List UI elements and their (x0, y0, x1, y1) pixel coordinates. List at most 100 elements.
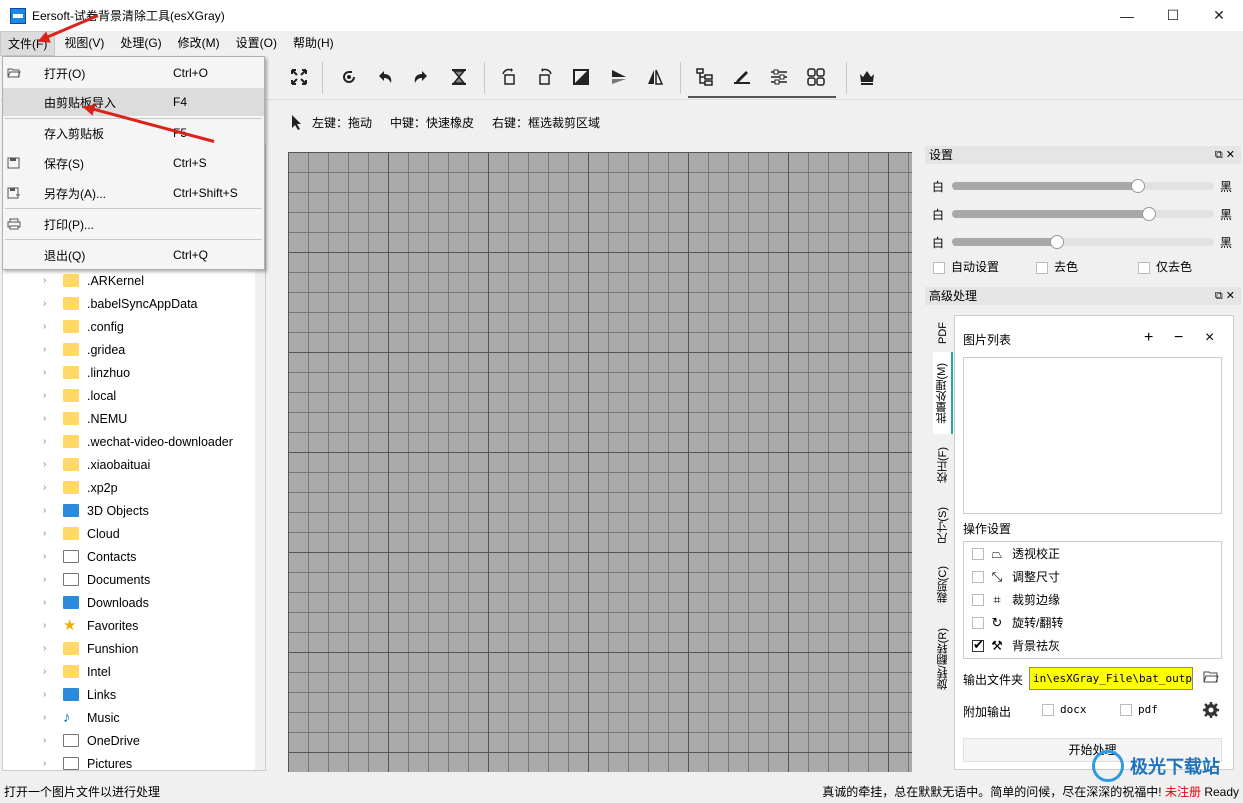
chevron-right-icon[interactable]: › (43, 459, 53, 470)
tree-item[interactable]: › Contacts (3, 545, 253, 568)
tab-size[interactable]: 尺寸(S) (933, 496, 953, 554)
menu-help[interactable]: 帮助(H) (286, 31, 341, 56)
menu-view[interactable]: 视图(V) (57, 31, 111, 56)
tree-item[interactable]: › OneDrive (3, 729, 253, 752)
remove-image-button[interactable]: − (1174, 329, 1183, 347)
op-crop[interactable]: ⌗ 裁剪边缘 (972, 588, 1060, 611)
tree-item[interactable]: › Cloud (3, 522, 253, 545)
chevron-right-icon[interactable]: › (43, 275, 53, 286)
op-resize[interactable]: ⤡ 调整尺寸 (972, 565, 1060, 588)
tree-item[interactable]: › .config (3, 315, 253, 338)
tree-item[interactable]: › ♪ Music (3, 706, 253, 729)
rotate-reset-icon[interactable] (334, 62, 364, 92)
chevron-right-icon[interactable]: › (43, 643, 53, 654)
image-list[interactable] (963, 357, 1222, 514)
chevron-right-icon[interactable]: › (43, 574, 53, 585)
tree-item[interactable]: › .xiaobaituai (3, 453, 253, 476)
skew-icon[interactable] (566, 62, 596, 92)
tree-item[interactable]: › .local (3, 384, 253, 407)
docx-check[interactable]: docx (1042, 703, 1087, 716)
tree-item[interactable]: › ★ Favorites (3, 614, 253, 637)
menu-exit[interactable]: 退出(Q) Ctrl+Q (3, 241, 264, 269)
close-button[interactable]: ✕ (1196, 0, 1242, 31)
chevron-right-icon[interactable]: › (43, 689, 53, 700)
tree-item[interactable]: › .xp2p (3, 476, 253, 499)
menu-print[interactable]: 打印(P)... (3, 210, 264, 238)
tree-item[interactable]: › Pictures (3, 752, 253, 770)
pdf-check[interactable]: pdf (1120, 703, 1158, 716)
menu-open[interactable]: 打开(O) Ctrl+O (3, 59, 264, 87)
status-registration[interactable]: 未注册 (1165, 785, 1201, 799)
chevron-right-icon[interactable]: › (43, 344, 53, 355)
chevron-right-icon[interactable]: › (43, 413, 53, 424)
menu-process[interactable]: 处理(G) (113, 31, 168, 56)
chevron-right-icon[interactable]: › (43, 482, 53, 493)
slider-1-thumb[interactable] (1131, 179, 1146, 193)
image-canvas[interactable] (288, 152, 912, 772)
tree-item[interactable]: › .ARKernel (3, 269, 253, 292)
redo-icon[interactable] (406, 62, 436, 92)
hourglass-icon[interactable] (444, 62, 474, 92)
adjust-icon[interactable] (764, 62, 794, 92)
chevron-right-icon[interactable]: › (43, 436, 53, 447)
op-bg-remove[interactable]: ⚒背景祛灰 (972, 634, 1060, 657)
tree-item[interactable]: › .wechat-video-downloader (3, 430, 253, 453)
tab-crop[interactable]: 裁剪(C) (933, 556, 953, 614)
chevron-right-icon[interactable]: › (43, 758, 53, 769)
tree-item[interactable]: › Downloads (3, 591, 253, 614)
tab-batch[interactable]: 批量处理(M) (933, 352, 953, 434)
flip-horizontal-icon[interactable] (640, 62, 670, 92)
tree-item[interactable]: › Links (3, 683, 253, 706)
menu-settings[interactable]: 设置(O) (229, 31, 284, 56)
maximize-button[interactable]: ☐ (1150, 0, 1196, 31)
flip-vertical-icon[interactable] (604, 62, 634, 92)
tree-item[interactable]: › .gridea (3, 338, 253, 361)
chevron-right-icon[interactable]: › (43, 367, 53, 378)
panel-float-close-icons[interactable]: ⧉ ✕ (1215, 287, 1235, 305)
menu-modify[interactable]: 修改(M) (171, 31, 227, 56)
rotate-left-icon[interactable] (494, 62, 524, 92)
decolor-only-check[interactable]: 仅去色 (1138, 258, 1192, 275)
menu-copy-clipboard[interactable]: 存入剪贴板 F5 (3, 119, 264, 147)
tree-item[interactable]: › .NEMU (3, 407, 253, 430)
chevron-right-icon[interactable]: › (43, 712, 53, 723)
chevron-right-icon[interactable]: › (43, 528, 53, 539)
chevron-right-icon[interactable]: › (43, 597, 53, 608)
tree-item[interactable]: › .babelSyncAppData (3, 292, 253, 315)
chevron-right-icon[interactable]: › (43, 321, 53, 332)
chevron-right-icon[interactable]: › (43, 551, 53, 562)
chevron-right-icon[interactable]: › (43, 735, 53, 746)
slider-2-thumb[interactable] (1141, 207, 1156, 221)
grid-icon[interactable] (801, 62, 831, 92)
panel-float-close-icons[interactable]: ⧉ ✕ (1215, 146, 1235, 164)
chevron-right-icon[interactable]: › (43, 505, 53, 516)
tree-item[interactable]: › Intel (3, 660, 253, 683)
op-rotate[interactable]: ↻ 旋转/翻转 (972, 611, 1063, 634)
tab-correct[interactable]: 校正(F) (933, 436, 953, 494)
gear-icon[interactable] (1202, 701, 1220, 722)
op-perspective[interactable]: ⏢ 透视校正 (972, 542, 1060, 565)
tab-rotate[interactable]: 旋转/翻转(R) (933, 616, 953, 702)
tree-view-icon[interactable] (690, 62, 720, 92)
chevron-right-icon[interactable]: › (43, 666, 53, 677)
folder-browse-icon[interactable] (1203, 670, 1219, 687)
minimize-button[interactable]: — (1104, 0, 1150, 31)
tree-item[interactable]: › 3D Objects (3, 499, 253, 522)
chevron-right-icon[interactable]: › (43, 390, 53, 401)
tree-item[interactable]: › Documents (3, 568, 253, 591)
edit-icon[interactable] (727, 62, 757, 92)
auto-settings-check[interactable]: 自动设置 (933, 258, 999, 275)
menu-save-as[interactable]: 另存为(A)... Ctrl+Shift+S (3, 179, 264, 207)
chevron-right-icon[interactable]: › (43, 298, 53, 309)
crown-icon[interactable] (852, 62, 882, 92)
add-image-button[interactable]: + (1144, 329, 1153, 347)
slider-2[interactable] (952, 207, 1214, 221)
rotate-right-icon[interactable] (530, 62, 560, 92)
chevron-right-icon[interactable]: › (43, 620, 53, 631)
undo-icon[interactable] (370, 62, 400, 92)
output-folder-input[interactable]: in\esXGray_File\bat_output (1029, 667, 1193, 690)
fit-screen-icon[interactable] (284, 62, 314, 92)
decolor-check[interactable]: 去色 (1036, 258, 1078, 275)
menu-import-clipboard[interactable]: 由剪贴板导入 F4 (3, 88, 264, 116)
slider-1[interactable] (952, 179, 1214, 193)
